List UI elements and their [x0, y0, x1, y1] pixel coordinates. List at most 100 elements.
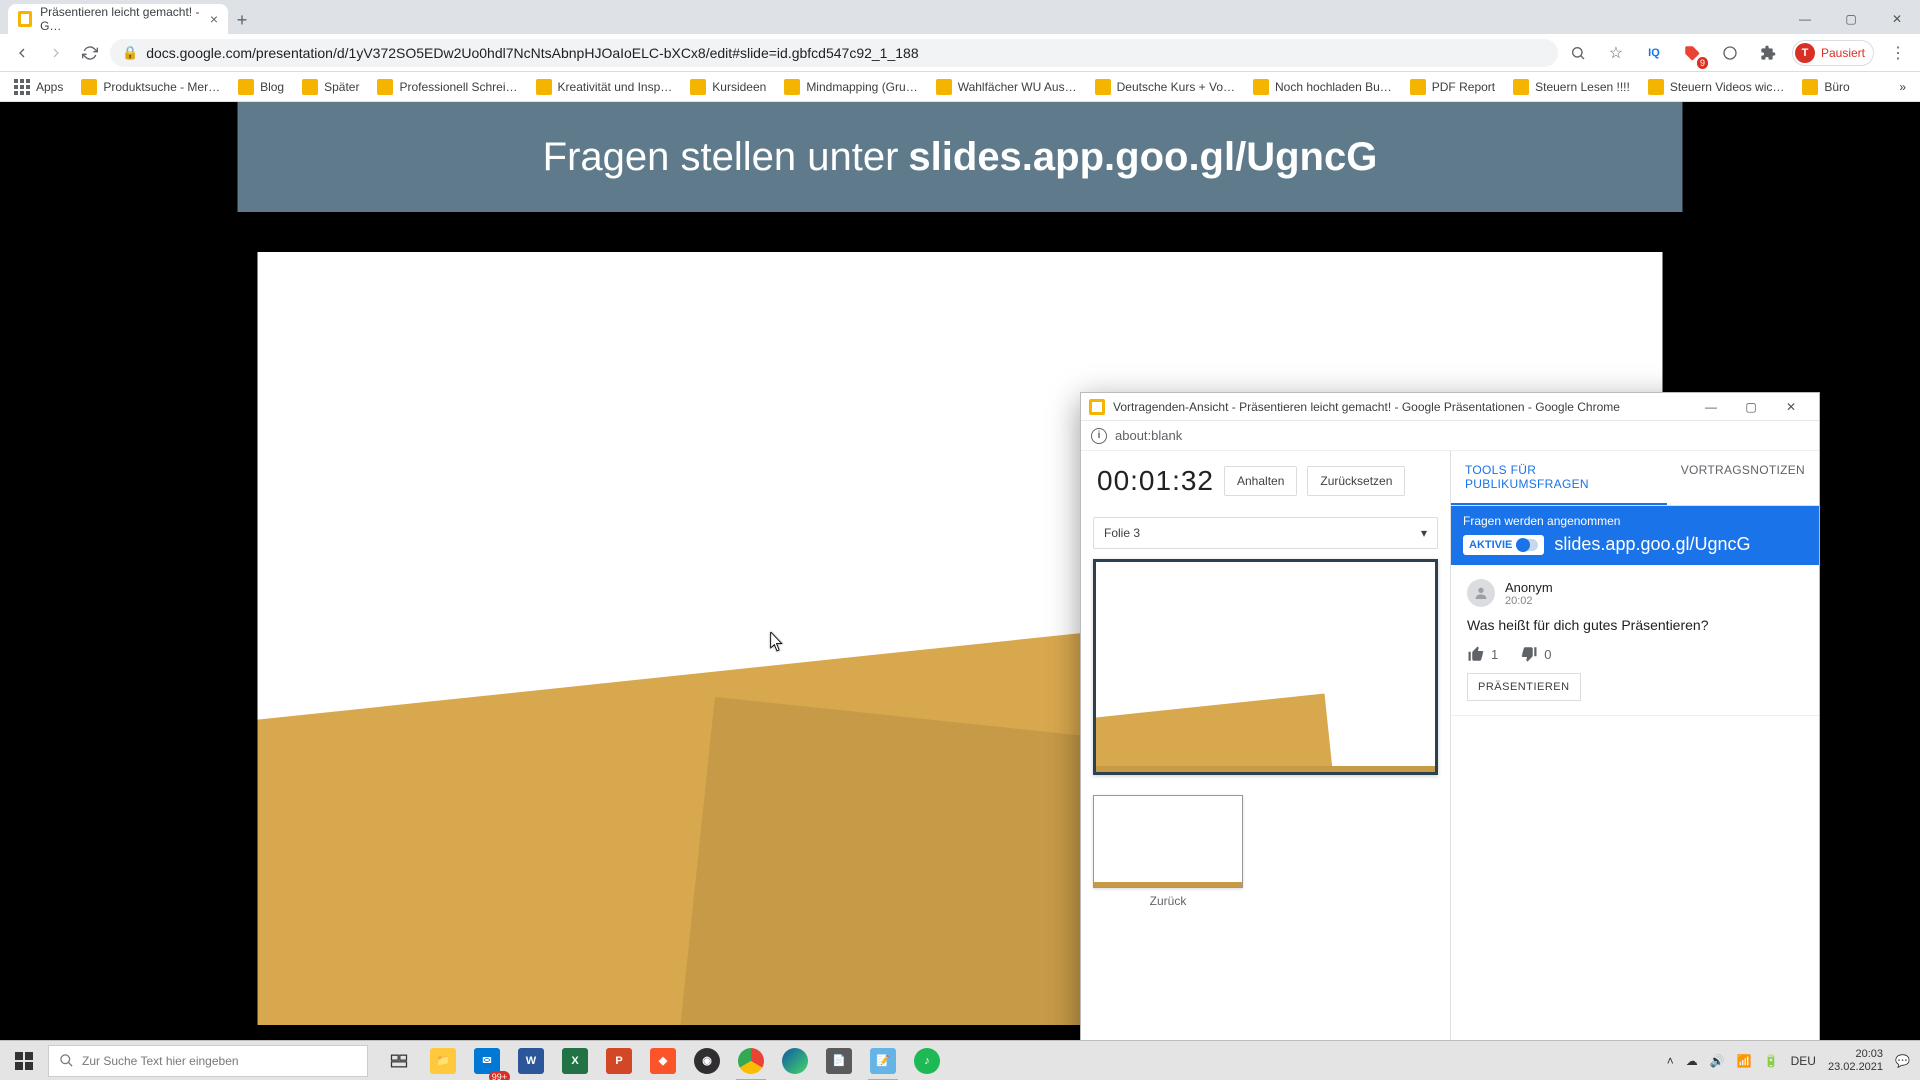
- powerpoint-app-icon[interactable]: P: [598, 1041, 640, 1080]
- clock[interactable]: 20:03 23.02.2021: [1828, 1048, 1883, 1074]
- question-author: Anonym: [1505, 580, 1553, 595]
- presenter-right-pane: TOOLS FÜR PUBLIKUMSFRAGEN VORTRAGSNOTIZE…: [1451, 451, 1819, 1051]
- chrome-app-icon[interactable]: [730, 1041, 772, 1080]
- popup-minimize-icon[interactable]: —: [1691, 393, 1731, 421]
- tab-close-icon[interactable]: ×: [210, 12, 218, 26]
- bookmark-item[interactable]: Steuern Videos wic…: [1642, 75, 1791, 99]
- chrome-window: Präsentieren leicht gemacht! - G… × + — …: [0, 0, 1920, 1045]
- site-info-icon[interactable]: i: [1091, 428, 1107, 444]
- bookmark-item[interactable]: Professionell Schrei…: [371, 75, 523, 99]
- zoom-icon[interactable]: [1564, 39, 1592, 67]
- bookmark-item[interactable]: Kursideen: [684, 75, 772, 99]
- slide-selector[interactable]: Folie 3 ▾: [1093, 517, 1438, 549]
- obs-app-icon[interactable]: ◉: [686, 1041, 728, 1080]
- popup-close-icon[interactable]: ✕: [1771, 393, 1811, 421]
- bookmark-item[interactable]: Später: [296, 75, 365, 99]
- folder-icon: [784, 79, 800, 95]
- volume-icon[interactable]: 🔊: [1710, 1054, 1725, 1068]
- bookmark-item[interactable]: Noch hochladen Bu…: [1247, 75, 1398, 99]
- battery-icon[interactable]: 🔋: [1764, 1054, 1779, 1068]
- notepad-app-icon[interactable]: 📝: [862, 1041, 904, 1080]
- new-tab-button[interactable]: +: [228, 6, 256, 34]
- window-minimize-icon[interactable]: —: [1782, 4, 1828, 34]
- dropdown-icon: ▾: [1421, 526, 1427, 540]
- address-bar[interactable]: 🔒 docs.google.com/presentation/d/1yV372S…: [110, 39, 1558, 67]
- popup-address-bar[interactable]: i about:blank: [1081, 421, 1819, 451]
- browser-toolbar: 🔒 docs.google.com/presentation/d/1yV372S…: [0, 34, 1920, 72]
- extension-tag-icon[interactable]: 9: [1678, 39, 1706, 67]
- nav-back-icon[interactable]: [8, 39, 36, 67]
- edge-app-icon[interactable]: [774, 1041, 816, 1080]
- word-app-icon[interactable]: W: [510, 1041, 552, 1080]
- spotify-app-icon[interactable]: ♪: [906, 1041, 948, 1080]
- bookmark-star-icon[interactable]: ☆: [1602, 39, 1630, 67]
- tray-chevron-icon[interactable]: ˄: [1667, 1054, 1674, 1068]
- action-center-icon[interactable]: 💬: [1895, 1054, 1910, 1068]
- taskbar-search[interactable]: Zur Suche Text hier eingeben: [48, 1045, 368, 1077]
- extensions-puzzle-icon[interactable]: [1754, 39, 1782, 67]
- extension-badge: 9: [1697, 57, 1708, 69]
- site-info-icon[interactable]: 🔒: [122, 45, 138, 61]
- bookmark-item[interactable]: Wahlfächer WU Aus…: [930, 75, 1083, 99]
- tab-strip: Präsentieren leicht gemacht! - G… × + — …: [0, 0, 1920, 34]
- brave-app-icon[interactable]: ◆: [642, 1041, 684, 1080]
- nav-forward-icon[interactable]: [42, 39, 70, 67]
- window-controls: — ▢ ✕: [1782, 4, 1920, 34]
- bookmark-item[interactable]: Steuern Lesen !!!!: [1507, 75, 1636, 99]
- onedrive-icon[interactable]: ☁: [1686, 1054, 1698, 1068]
- thumbs-up-icon: [1467, 645, 1485, 663]
- extension-circle-icon[interactable]: [1716, 39, 1744, 67]
- qa-status-text: Fragen werden angenommen: [1463, 514, 1807, 528]
- window-close-icon[interactable]: ✕: [1874, 4, 1920, 34]
- tab-speaker-notes[interactable]: VORTRAGSNOTIZEN: [1667, 451, 1819, 505]
- bookmark-item[interactable]: Mindmapping (Gru…: [778, 75, 923, 99]
- profile-paused-pill[interactable]: T Pausiert: [1792, 40, 1874, 66]
- presenter-view-window: Vortragenden-Ansicht - Präsentieren leic…: [1080, 392, 1820, 1052]
- window-maximize-icon[interactable]: ▢: [1828, 4, 1874, 34]
- search-icon: [59, 1053, 74, 1068]
- file-explorer-icon[interactable]: 📁: [422, 1041, 464, 1080]
- nav-reload-icon[interactable]: [76, 39, 104, 67]
- bookmark-item[interactable]: Kreativität und Insp…: [530, 75, 679, 99]
- reader-app-icon[interactable]: 📄: [818, 1041, 860, 1080]
- wifi-icon[interactable]: 📶: [1737, 1054, 1752, 1068]
- windows-logo-icon: [15, 1052, 33, 1070]
- task-view-icon[interactable]: [378, 1041, 420, 1080]
- timer-reset-button[interactable]: Zurücksetzen: [1307, 466, 1405, 496]
- bookmark-item[interactable]: Produktsuche - Mer…: [75, 75, 226, 99]
- bookmarks-overflow-icon[interactable]: »: [1893, 76, 1912, 98]
- excel-app-icon[interactable]: X: [554, 1041, 596, 1080]
- downvote-button[interactable]: 0: [1520, 645, 1551, 663]
- bookmark-item[interactable]: Deutsche Kurs + Vo…: [1089, 75, 1241, 99]
- bookmark-item[interactable]: Blog: [232, 75, 290, 99]
- browser-tab[interactable]: Präsentieren leicht gemacht! - G… ×: [8, 4, 228, 34]
- prev-slide-thumbnail[interactable]: Zurück: [1093, 795, 1243, 909]
- current-slide-thumbnail[interactable]: [1093, 559, 1438, 775]
- bookmark-item[interactable]: PDF Report: [1404, 75, 1501, 99]
- folder-icon: [1648, 79, 1664, 95]
- tab-audience-tools[interactable]: TOOLS FÜR PUBLIKUMSFRAGEN: [1451, 451, 1667, 505]
- banner-url: slides.app.goo.gl/UgncG: [908, 135, 1377, 180]
- mail-app-icon[interactable]: ✉99+: [466, 1041, 508, 1080]
- start-button[interactable]: [0, 1041, 48, 1080]
- popup-titlebar[interactable]: Vortragenden-Ansicht - Präsentieren leic…: [1081, 393, 1819, 421]
- apps-grid-icon: [14, 79, 30, 95]
- search-placeholder: Zur Suche Text hier eingeben: [82, 1054, 239, 1068]
- tray-date: 23.02.2021: [1828, 1061, 1883, 1074]
- apps-label: Apps: [36, 80, 63, 94]
- bookmark-item[interactable]: Büro: [1796, 75, 1855, 99]
- popup-maximize-icon[interactable]: ▢: [1731, 393, 1771, 421]
- banner-prefix: Fragen stellen unter: [543, 135, 899, 180]
- url-text: docs.google.com/presentation/d/1yV372SO5…: [146, 45, 918, 61]
- bookmarks-bar: Apps Produktsuche - Mer… Blog Später Pro…: [0, 72, 1920, 102]
- chrome-menu-icon[interactable]: ⋮: [1884, 39, 1912, 67]
- toggle-on-label: AKTIVIE: [1469, 539, 1512, 551]
- folder-icon: [302, 79, 318, 95]
- upvote-button[interactable]: 1: [1467, 645, 1498, 663]
- extension-iq-icon[interactable]: IQ: [1640, 39, 1668, 67]
- input-language[interactable]: DEU: [1791, 1054, 1816, 1068]
- present-question-button[interactable]: PRÄSENTIEREN: [1467, 673, 1581, 701]
- qa-toggle[interactable]: AKTIVIE: [1463, 535, 1544, 555]
- timer-pause-button[interactable]: Anhalten: [1224, 466, 1297, 496]
- apps-shortcut[interactable]: Apps: [8, 75, 69, 99]
